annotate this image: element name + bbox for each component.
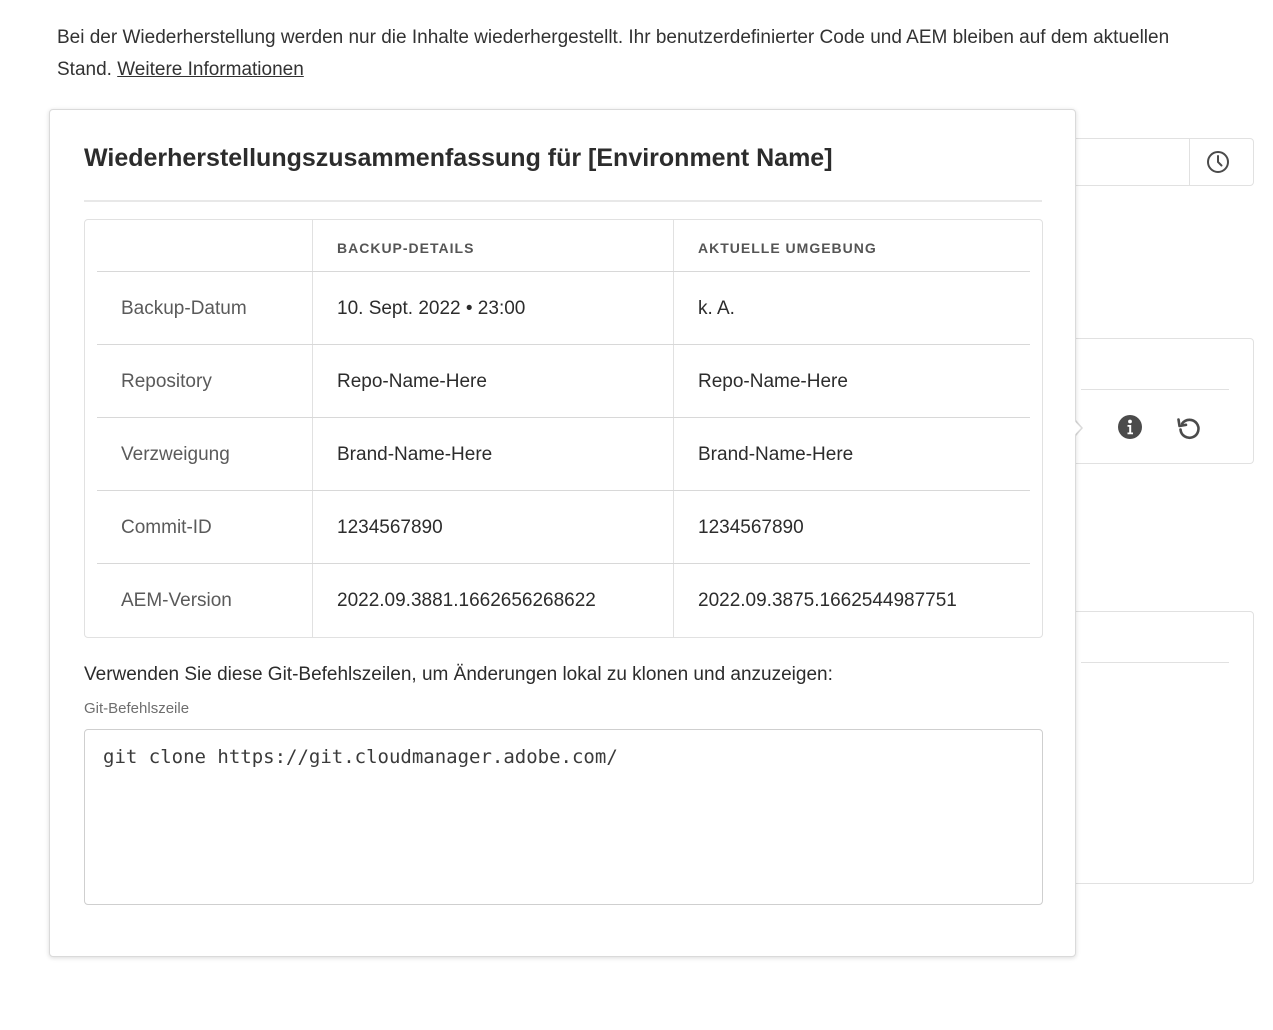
current-value: 1234567890 [698,516,804,538]
background-card [1060,611,1254,884]
background-backup-card [1060,338,1254,464]
table-row: Verzweigung Brand-Name-Here Brand-Name-H… [97,417,1030,491]
header-backup-details: BACKUP-DETAILS [337,239,475,256]
table-header: BACKUP-DETAILS AKTUELLE UMGEBUNG [97,220,1030,271]
row-label: Verzweigung [121,443,230,465]
learn-more-link[interactable]: Weitere Informationen [117,59,304,80]
page: Bei der Wiederherstellung werden nur die… [0,0,1273,1030]
table-row: Repository Repo-Name-Here Repo-Name-Here [97,344,1030,418]
divider [1189,139,1190,185]
current-value: 2022.09.3875.1662544987751 [698,589,957,611]
row-label: Commit-ID [121,516,212,538]
row-label: AEM-Version [121,589,232,611]
current-value: Repo-Name-Here [698,370,848,392]
current-value: k. A. [698,297,735,319]
popover-title: Wiederherstellungszusammenfassung für [E… [84,144,833,172]
backup-value: 10. Sept. 2022 • 23:00 [337,297,526,319]
current-value: Brand-Name-Here [698,443,854,465]
git-command-field[interactable]: git clone https://git.cloudmanager.adobe… [84,729,1043,905]
table-row: AEM-Version 2022.09.3881.1662656268622 2… [97,563,1030,637]
git-command-label: Git-Befehlszeile [84,700,190,717]
background-search-panel [1060,138,1254,186]
restore-summary-table: BACKUP-DETAILS AKTUELLE UMGEBUNG Backup-… [84,219,1043,638]
row-label: Repository [121,370,212,392]
restore-icon[interactable] [1175,414,1203,442]
table-row: Commit-ID 1234567890 1234567890 [97,490,1030,564]
info-icon[interactable] [1117,414,1143,440]
restore-summary-popover: Wiederherstellungszusammenfassung für [E… [49,109,1076,957]
git-instructions: Verwenden Sie diese Git-Befehlszeilen, u… [84,664,833,685]
backup-value: 2022.09.3881.1662656268622 [337,589,596,611]
restore-intro: Bei der Wiederherstellung werden nur die… [57,22,1207,86]
divider [84,200,1042,202]
row-label: Backup-Datum [121,297,247,319]
popover-tip-inner [1068,414,1081,442]
divider [1081,389,1229,390]
divider [1081,662,1229,663]
header-current-environment: AKTUELLE UMGEBUNG [698,239,877,256]
table-row: Backup-Datum 10. Sept. 2022 • 23:00 k. A… [97,271,1030,345]
clock-icon[interactable] [1206,150,1230,174]
backup-value: 1234567890 [337,516,443,538]
backup-value: Brand-Name-Here [337,443,493,465]
backup-value: Repo-Name-Here [337,370,487,392]
